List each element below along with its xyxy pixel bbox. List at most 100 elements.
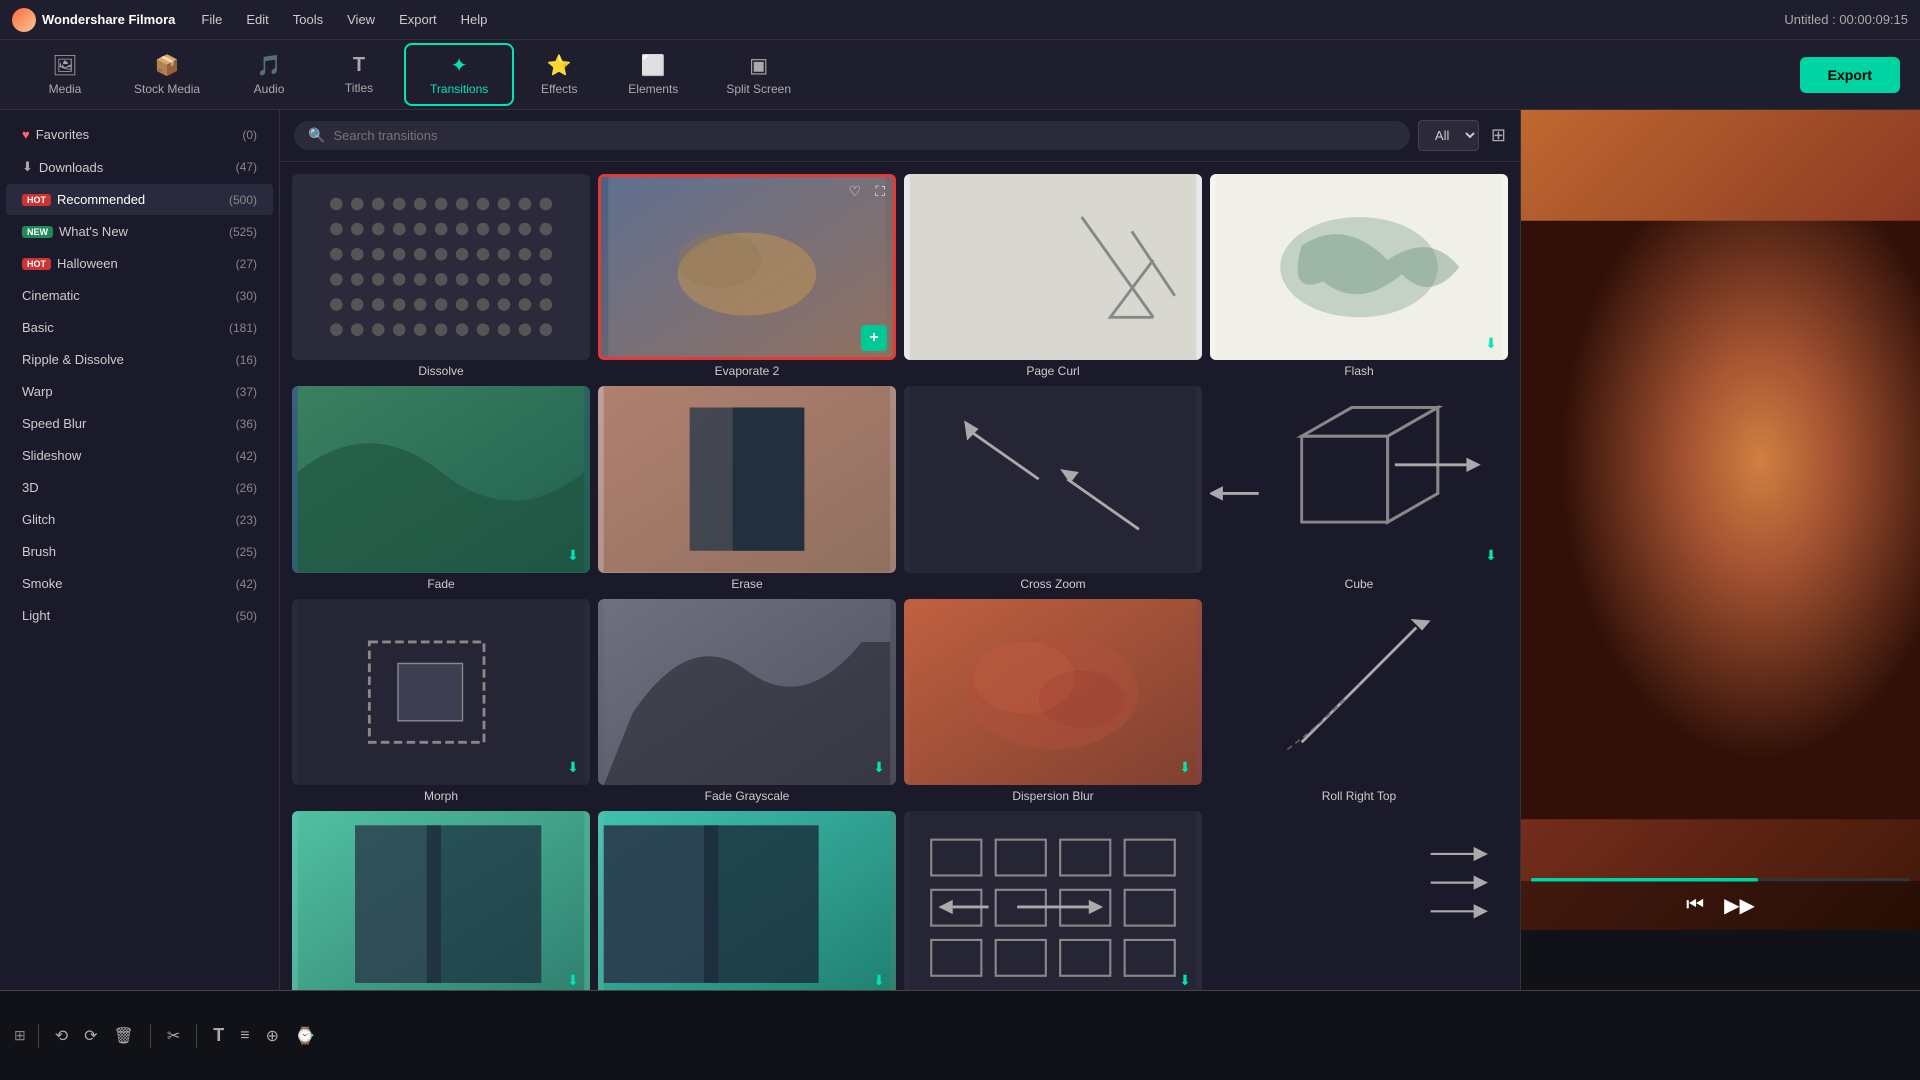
toolbar-effects[interactable]: ⭐ Effects	[514, 45, 604, 104]
transition-item-fade[interactable]: ⬇ Fade	[288, 382, 594, 594]
sidebar-label-warp: Warp	[22, 384, 232, 399]
transition-thumb-flip-roll-3	[1210, 811, 1508, 990]
toolbar-titles-label: Titles	[345, 81, 373, 95]
add-button-evaporate[interactable]: +	[861, 325, 887, 351]
transition-item-erase-slide[interactable]: ⬇ Erase Slide	[594, 807, 900, 990]
adjust-button[interactable]: ≡	[236, 1023, 253, 1049]
toolbar-media[interactable]: 🖼 Media	[20, 45, 110, 104]
menu-view[interactable]: View	[337, 8, 385, 31]
sidebar-item-speed-blur[interactable]: Speed Blur (36)	[6, 408, 273, 439]
play-button[interactable]: ▶▶	[1724, 893, 1755, 918]
download-btn-cube[interactable]: ⬇	[1480, 545, 1502, 567]
transition-item-morph[interactable]: ⬇ Morph	[288, 595, 594, 807]
menu-bar: Wondershare Filmora File Edit Tools View…	[0, 0, 1920, 40]
preview-controls: ⏮ ▶▶	[1521, 881, 1920, 930]
sidebar-item-light[interactable]: Light (50)	[6, 600, 273, 631]
toolbar-stock-media-label: Stock Media	[134, 82, 200, 96]
flash-svg	[1210, 174, 1508, 360]
redo-button[interactable]: ⟳	[80, 1022, 101, 1050]
menu-export[interactable]: Export	[389, 8, 447, 31]
dispersionblur-svg	[904, 599, 1202, 785]
download-btn-flash[interactable]: ⬇	[1480, 332, 1502, 354]
transition-item-erase[interactable]: Erase	[594, 382, 900, 594]
app-logo: Wondershare Filmora	[12, 8, 175, 32]
rollrighttop-svg	[1210, 599, 1508, 785]
toolbar-split-screen[interactable]: ▣ Split Screen	[702, 45, 815, 104]
toolbar-stock-media[interactable]: 📦 Stock Media	[110, 45, 224, 104]
transition-label-page-curl: Page Curl	[1026, 364, 1079, 378]
transition-label-evaporate2: Evaporate 2	[715, 364, 780, 378]
sidebar-item-brush[interactable]: Brush (25)	[6, 536, 273, 567]
download-btn-erase-slide[interactable]: ⬇	[868, 969, 890, 990]
sidebar-item-recommended[interactable]: HOT Recommended (500)	[6, 184, 273, 215]
delete-button[interactable]: 🗑	[110, 1022, 138, 1050]
toolbar-elements[interactable]: ⬜ Elements	[604, 45, 702, 104]
prev-frame-button[interactable]: ⏮	[1686, 894, 1704, 917]
transition-item-flash[interactable]: ⬇ Flash	[1206, 170, 1512, 382]
sidebar-item-smoke[interactable]: Smoke (42)	[6, 568, 273, 599]
transition-item-fade-grayscale[interactable]: ⬇ Fade Grayscale	[594, 595, 900, 807]
clock-button[interactable]: ⌚	[291, 1022, 319, 1050]
sidebar-item-favorites[interactable]: ♥ Favorites (0)	[6, 119, 273, 150]
transitions-grid: Dissolve	[280, 162, 1520, 990]
sidebar-item-warp[interactable]: Warp (37)	[6, 376, 273, 407]
main-area: ♥ Favorites (0) ⬇ Downloads (47) HOT Rec…	[0, 110, 1920, 990]
sidebar-item-downloads[interactable]: ⬇ Downloads (47)	[6, 151, 273, 183]
transition-item-roll-right-top[interactable]: Roll Right Top	[1206, 595, 1512, 807]
erase-svg	[598, 386, 896, 572]
transition-item-evaporate2[interactable]: ♡ ⛶ + Evaporate 2	[594, 170, 900, 382]
sidebar-item-ripple-dissolve[interactable]: Ripple & Dissolve (16)	[6, 344, 273, 375]
menu-edit[interactable]: Edit	[236, 8, 278, 31]
transition-item-dissolve[interactable]: Dissolve	[288, 170, 594, 382]
sidebar-item-basic[interactable]: Basic (181)	[6, 312, 273, 343]
text-button[interactable]: T	[209, 1021, 228, 1050]
transition-thumb-erase-slide: ⬇	[598, 811, 896, 990]
transition-thumb-roll-right-top	[1210, 599, 1508, 785]
toolbar-audio[interactable]: 🎵 Audio	[224, 45, 314, 104]
transition-item-cube[interactable]: ⬇ Cube	[1206, 382, 1512, 594]
sidebar: ♥ Favorites (0) ⬇ Downloads (47) HOT Rec…	[0, 110, 280, 990]
transition-thumb-evaporate2: ♡ ⛶ +	[598, 174, 896, 360]
sidebar-item-glitch[interactable]: Glitch (23)	[6, 504, 273, 535]
transition-item-move-rectangle-1[interactable]: ⬇ Move Rectangle 1	[900, 807, 1206, 990]
export-button[interactable]: Export	[1800, 57, 1900, 93]
titles-icon: T	[353, 54, 365, 77]
download-btn-move-rectangle-1[interactable]: ⬇	[1174, 969, 1196, 990]
menu-tools[interactable]: Tools	[283, 8, 333, 31]
sidebar-item-slideshow[interactable]: Slideshow (42)	[6, 440, 273, 471]
transition-item-dispersion-blur[interactable]: ⬇ Dispersion Blur	[900, 595, 1206, 807]
sidebar-count-speed-blur: (36)	[236, 417, 257, 431]
filter-select[interactable]: All	[1418, 120, 1479, 151]
download-btn-dispersion-blur[interactable]: ⬇	[1174, 757, 1196, 779]
transition-item-page-curl[interactable]: Page Curl	[900, 170, 1206, 382]
download-btn-fade[interactable]: ⬇	[562, 545, 584, 567]
download-btn-morph[interactable]: ⬇	[562, 757, 584, 779]
cut-button[interactable]: ✂	[163, 1022, 184, 1050]
content-area: 🔍 All ⊞	[280, 110, 1520, 990]
sidebar-item-whats-new[interactable]: NEW What's New (525)	[6, 216, 273, 247]
sidebar-label-glitch: Glitch	[22, 512, 232, 527]
menu-help[interactable]: Help	[451, 8, 498, 31]
search-input[interactable]	[333, 128, 1395, 143]
transition-item-cross-zoom[interactable]: Cross Zoom	[900, 382, 1206, 594]
toolbar-titles[interactable]: T Titles	[314, 46, 404, 103]
app-name: Wondershare Filmora	[42, 12, 175, 27]
undo-button[interactable]: ⟲	[51, 1022, 72, 1050]
audio-timeline-button[interactable]: ⊕	[262, 1022, 283, 1050]
download-btn-fade-grayscale[interactable]: ⬇	[868, 757, 890, 779]
menu-file[interactable]: File	[191, 8, 232, 31]
sidebar-item-cinematic[interactable]: Cinematic (30)	[6, 280, 273, 311]
grid-view-icon[interactable]: ⊞	[1491, 125, 1506, 146]
transition-item-push[interactable]: ⬇ Push	[288, 807, 594, 990]
sidebar-count-3d: (26)	[236, 481, 257, 495]
split-screen-icon: ▣	[749, 53, 768, 78]
sidebar-label-slideshow: Slideshow	[22, 448, 232, 463]
transition-item-flip-roll-3[interactable]: Flip Roll 3	[1206, 807, 1512, 990]
toolbar-transitions[interactable]: ✦ Transitions	[404, 43, 514, 106]
timeline-divider-2	[150, 1024, 151, 1048]
sidebar-item-halloween[interactable]: HOT Halloween (27)	[6, 248, 273, 279]
eraseslide-svg	[598, 811, 896, 990]
dissolve-svg	[307, 183, 575, 351]
sidebar-item-3d[interactable]: 3D (26)	[6, 472, 273, 503]
download-btn-push[interactable]: ⬇	[562, 969, 584, 990]
